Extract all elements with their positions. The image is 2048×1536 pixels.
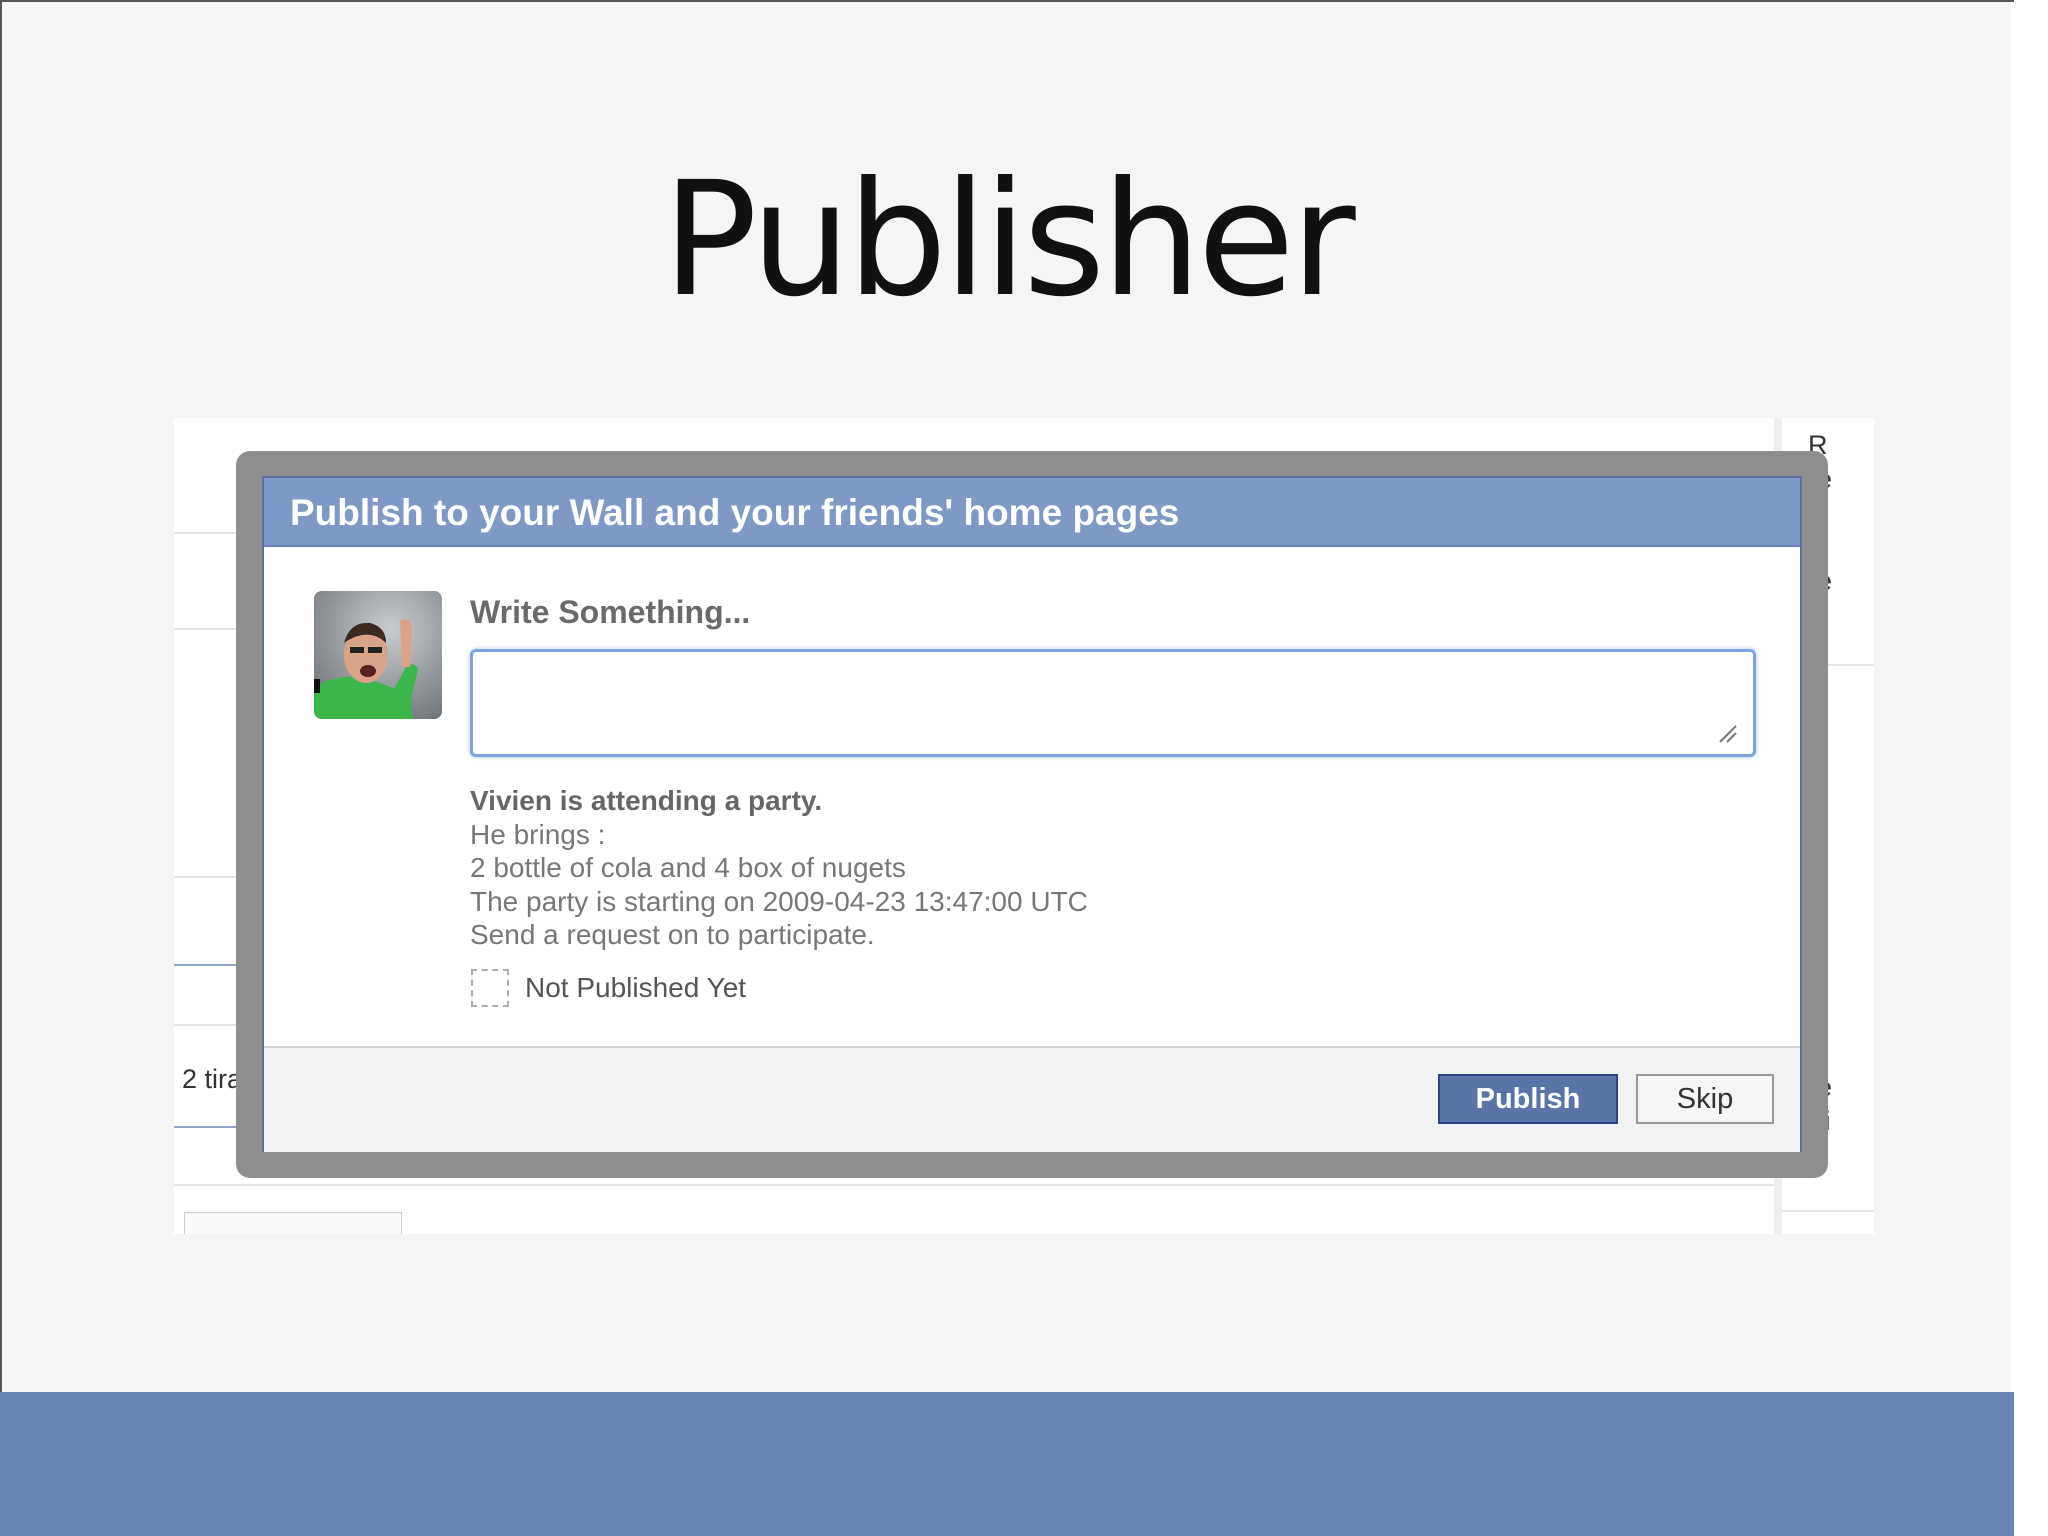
- story-line: Send a request on to participate.: [470, 919, 875, 950]
- publish-button[interactable]: Publish: [1438, 1074, 1618, 1124]
- slide-edge: [2011, 0, 2048, 1536]
- story-line: The party is starting on 2009-04-23 13:4…: [470, 885, 1088, 917]
- story-headline: Vivien is attending a party.: [470, 785, 823, 816]
- dialog-footer: Publish Skip: [264, 1046, 1800, 1152]
- dialog-header: Publish to your Wall and your friends' h…: [264, 478, 1800, 547]
- avatar: [314, 591, 442, 719]
- story-preview: Vivien is attending a party. He brings :…: [470, 784, 1088, 952]
- not-published-label: Not Published Yet: [525, 972, 747, 1003]
- message-input[interactable]: [470, 649, 1756, 757]
- bg-tab: [184, 1212, 402, 1234]
- avatar-photo: [314, 591, 442, 719]
- story-line: 2 bottle of cola and 4 box of nugets: [470, 852, 906, 883]
- publish-dialog: Publish to your Wall and your friends' h…: [262, 476, 1802, 1152]
- story-line: He brings :: [470, 818, 606, 850]
- bg-divider: [174, 1184, 1774, 1186]
- skip-button[interactable]: Skip: [1636, 1074, 1774, 1124]
- resize-handle-icon[interactable]: [1716, 722, 1738, 744]
- dialog-title: Publish to your Wall and your friends' h…: [290, 492, 1180, 533]
- slide-footer-band: [0, 1392, 2014, 1536]
- right-divider: [1782, 1210, 1874, 1212]
- not-published-checkbox[interactable]: [471, 969, 509, 1007]
- slide-title: Publisher: [662, 148, 1355, 332]
- write-something-label: Write Something...: [470, 594, 751, 630]
